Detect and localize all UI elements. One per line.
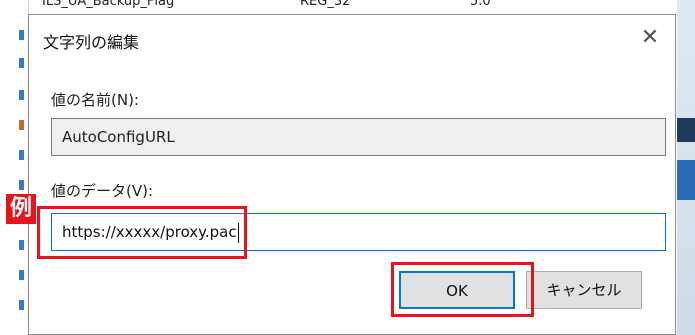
desktop-strip [677, 118, 695, 142]
dialog-titlebar: 文字列の編集 ✕ [29, 15, 675, 63]
registry-value-icon [19, 240, 24, 250]
bg-row-type: REG_32 [300, 0, 351, 9]
background-window-right-edge [677, 0, 695, 335]
value-name-text: AutoConfigURL [62, 128, 175, 146]
registry-value-icon [19, 180, 24, 190]
value-data-highlight [37, 206, 247, 259]
desktop-strip [677, 160, 695, 200]
registry-value-icon [19, 30, 24, 40]
registry-value-icon [19, 270, 24, 280]
value-name-field[interactable]: AutoConfigURL [51, 118, 666, 156]
registry-value-icon [19, 150, 24, 160]
registry-value-icon [19, 58, 24, 68]
dialog-title: 文字列の編集 [43, 33, 140, 52]
cancel-button[interactable]: キャンセル [526, 271, 642, 309]
example-tag: 例 [6, 194, 36, 224]
registry-value-icon [19, 120, 24, 130]
bg-row-value: 5.0 [470, 0, 491, 9]
registry-value-icon [19, 90, 24, 100]
value-name-label: 値の名前(N): [51, 91, 139, 109]
bg-row-name: ILS_UA_Backup_Flag [42, 0, 175, 9]
value-data-label: 値のデータ(V): [51, 182, 154, 200]
registry-value-icon [19, 300, 24, 310]
edit-string-dialog: 文字列の編集 ✕ 値の名前(N): AutoConfigURL 値のデータ(V)… [28, 14, 676, 335]
ok-button-highlight [391, 262, 534, 317]
background-window-row: ILS_UA_Backup_Flag REG_32 5.0 [0, 0, 695, 15]
background-window-left-edge [0, 0, 29, 335]
close-icon[interactable]: ✕ [639, 27, 661, 49]
